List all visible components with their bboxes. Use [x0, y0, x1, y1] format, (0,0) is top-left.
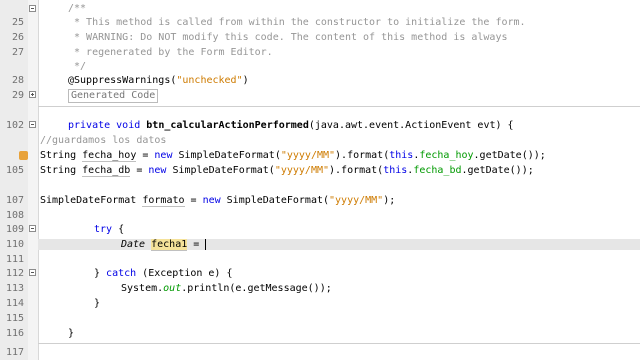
- code-text: } catch (Exception e) {: [94, 268, 233, 279]
- fold-collapse-icon[interactable]: [29, 121, 36, 128]
- fold-collapse-icon[interactable]: [29, 225, 36, 232]
- code-line: 117: [0, 345, 640, 360]
- line-number: 26: [11, 32, 24, 43]
- code-text: * WARNING: Do NOT modify this code. The …: [68, 32, 508, 43]
- code-text: SimpleDateFormat formato = new SimpleDat…: [40, 195, 396, 207]
- fold-separator: [38, 106, 640, 107]
- code-text: System.out.println(e.getMessage());: [121, 283, 332, 294]
- line-number: 109: [5, 224, 24, 235]
- code-line: 109 try {: [0, 222, 640, 237]
- code-line: 26 * WARNING: Do NOT modify this code. T…: [0, 30, 640, 45]
- code-line: //guardamos los datos: [0, 133, 640, 148]
- code-text: }: [94, 298, 101, 309]
- code-line: 111: [0, 252, 640, 267]
- code-text: * This method is called from within the …: [68, 17, 526, 28]
- code-text: @SuppressWarnings("unchecked"): [68, 75, 249, 86]
- line-number: 27: [11, 47, 24, 58]
- code-line: 113 System.out.println(e.getMessage());: [0, 281, 640, 296]
- line-number: 108: [5, 210, 24, 221]
- code-text: //guardamos los datos: [40, 135, 167, 146]
- line-number: 113: [5, 283, 24, 294]
- line-number: 28: [11, 75, 24, 86]
- code-line: 102 private void btn_calcularActionPerfo…: [0, 118, 640, 133]
- code-line: String fecha_hoy = new SimpleDateFormat(…: [0, 148, 640, 163]
- code-text: /**: [68, 3, 87, 14]
- code-line: 114 }: [0, 296, 640, 311]
- code-line: */: [0, 59, 640, 74]
- warning-icon[interactable]: [19, 151, 28, 160]
- line-number: 115: [5, 313, 24, 324]
- code-text: private void btn_calcularActionPerformed…: [68, 120, 514, 131]
- code-line: 112 } catch (Exception e) {: [0, 266, 640, 281]
- code-editor[interactable]: /** 25 * This method is called from with…: [0, 0, 640, 360]
- code-line: 25 * This method is called from within t…: [0, 15, 640, 30]
- line-number: 25: [11, 17, 24, 28]
- code-line: 105 String fecha_db = new SimpleDateForm…: [0, 163, 640, 178]
- text-cursor: [205, 238, 207, 250]
- method-separator: [38, 343, 640, 344]
- fold-collapse-icon[interactable]: [29, 269, 36, 276]
- code-line: 28 @SuppressWarnings("unchecked"): [0, 73, 640, 88]
- code-line: 29 Generated Code: [0, 88, 640, 103]
- line-number: 111: [5, 254, 24, 265]
- fold-expand-icon[interactable]: [29, 91, 36, 98]
- code-text: try {: [94, 224, 125, 235]
- code-line[interactable]: 110 Date fecha1 =: [0, 237, 640, 252]
- code-text: }: [68, 328, 75, 339]
- code-line: 108: [0, 208, 640, 223]
- line-number: 116: [5, 328, 24, 339]
- code-line: /**: [0, 1, 640, 16]
- line-number: 29: [11, 90, 24, 101]
- code-line: 27 * regenerated by the Form Editor.: [0, 45, 640, 60]
- code-text: String fecha_db = new SimpleDateFormat("…: [40, 165, 534, 177]
- line-number: 105: [5, 165, 24, 176]
- fold-collapse-icon[interactable]: [29, 5, 36, 12]
- code-line: 107 SimpleDateFormat formato = new Simpl…: [0, 193, 640, 208]
- line-number: 114: [5, 298, 24, 309]
- code-text: * regenerated by the Form Editor.: [68, 47, 273, 58]
- line-number: 117: [5, 347, 24, 358]
- code-line: 116 }: [0, 326, 640, 341]
- code-text: */: [68, 61, 87, 72]
- code-text: String fecha_hoy = new SimpleDateFormat(…: [40, 150, 546, 162]
- line-number: 102: [5, 120, 24, 131]
- generated-code-fold[interactable]: Generated Code: [68, 89, 159, 103]
- line-number: 112: [5, 268, 24, 279]
- line-number: 110: [5, 239, 24, 250]
- code-text: Date fecha1 =: [121, 238, 207, 251]
- line-number: 107: [5, 195, 24, 206]
- code-line: 115: [0, 311, 640, 326]
